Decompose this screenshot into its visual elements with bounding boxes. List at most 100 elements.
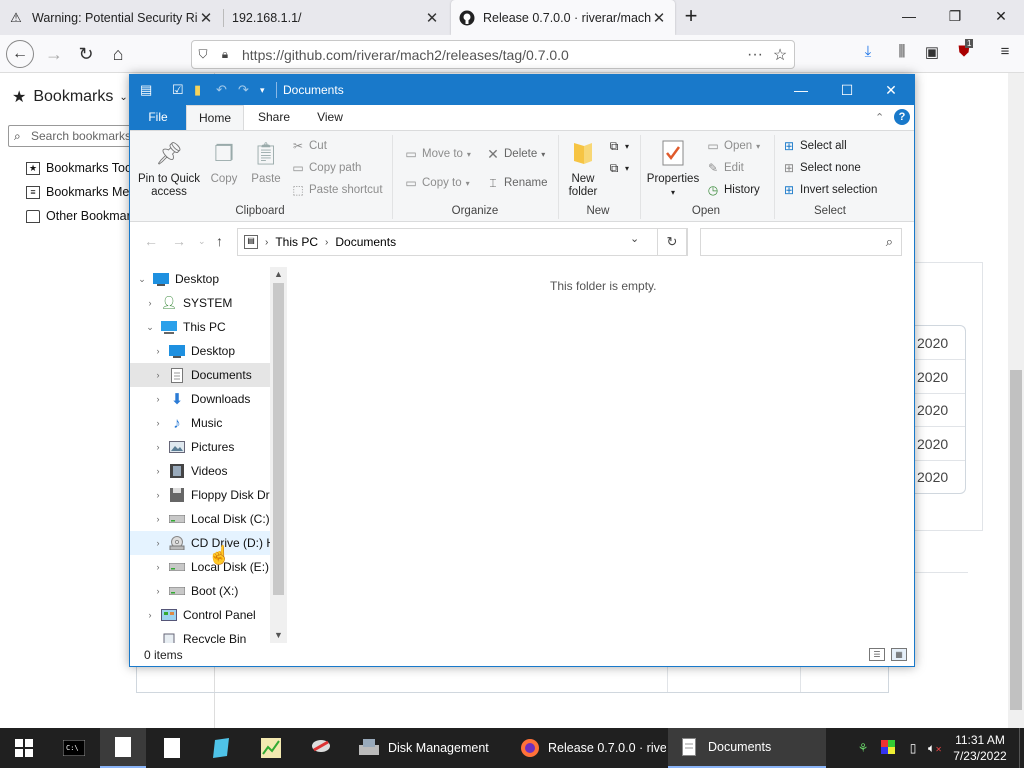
taskbar-cmd-icon[interactable]: C:\ bbox=[52, 728, 96, 768]
chevron-right-icon[interactable]: › bbox=[152, 514, 164, 524]
chevron-right-icon[interactable]: › bbox=[325, 237, 328, 248]
breadcrumb-this-pc[interactable]: This PC bbox=[275, 235, 318, 249]
properties-button[interactable]: Properties ▾ bbox=[646, 137, 700, 199]
customize-quick-access-icon[interactable]: ▾ bbox=[260, 85, 265, 96]
tree-item-music[interactable]: › ♪ Music bbox=[130, 411, 286, 435]
downloads-icon[interactable]: ⤓ bbox=[857, 43, 879, 65]
copy-to-button[interactable]: ▭ Copy to ▾ bbox=[404, 176, 469, 190]
tree-item-desktop-root[interactable]: ⌄ Desktop bbox=[130, 267, 286, 291]
tree-item-floppy[interactable]: › Floppy Disk Dri bbox=[130, 483, 286, 507]
page-actions-icon[interactable]: ··· bbox=[744, 46, 766, 64]
menu-icon[interactable]: ≡ bbox=[994, 43, 1016, 65]
scroll-down-icon[interactable]: ▼ bbox=[270, 628, 287, 642]
properties-quick-icon[interactable]: ☑ bbox=[172, 82, 184, 98]
taskbar-registry-icon[interactable] bbox=[198, 728, 244, 768]
bookmarks-header[interactable]: ★ Bookmarks ⌄ bbox=[12, 87, 128, 107]
pin-to-quick-access-button[interactable]: 📌︎ Pin to Quick access bbox=[138, 137, 200, 199]
close-window-icon[interactable]: ✕ bbox=[978, 0, 1024, 33]
usb-tray-icon[interactable]: ▯ bbox=[905, 740, 921, 756]
chevron-right-icon[interactable]: › bbox=[144, 298, 156, 308]
details-view-icon[interactable]: ☰ bbox=[869, 648, 885, 661]
explorer-title-bar[interactable]: ▤ ☑ ▮ ↶ ↷ ▾ Documents — ☐ ✕ bbox=[130, 75, 914, 105]
tree-item-boot-x[interactable]: › Boot (X:) bbox=[130, 579, 286, 603]
minimize-icon[interactable]: — bbox=[886, 0, 932, 33]
chevron-down-icon[interactable]: ⌄ bbox=[136, 274, 148, 285]
restore-icon[interactable]: ❐ bbox=[932, 0, 978, 33]
taskbar-firefox[interactable]: Release 0.7.0.0 · rive... bbox=[510, 728, 666, 768]
shield-icon[interactable]: ⛉ bbox=[192, 47, 214, 62]
select-none-button[interactable]: ⊞ Select none bbox=[782, 161, 861, 175]
select-all-button[interactable]: ⊞ Select all bbox=[782, 139, 847, 153]
rename-button[interactable]: ⌶ Rename bbox=[486, 176, 547, 190]
close-tab-icon[interactable]: ✕ bbox=[198, 9, 214, 27]
edit-button[interactable]: ✎ Edit bbox=[706, 161, 744, 175]
taskbar-chart-tool-icon[interactable] bbox=[248, 728, 294, 768]
chevron-right-icon[interactable]: › bbox=[144, 610, 156, 620]
tab-share[interactable]: Share bbox=[244, 105, 304, 130]
paste-button[interactable]: 📋︎ Paste bbox=[246, 137, 286, 186]
search-documents-input[interactable]: ⌕ bbox=[700, 228, 902, 256]
chevron-right-icon[interactable]: › bbox=[152, 538, 164, 548]
page-scrollbar-thumb[interactable] bbox=[1010, 370, 1022, 710]
copy-button[interactable]: ❐ Copy bbox=[206, 137, 242, 186]
address-dropdown-icon[interactable]: ⌄ bbox=[630, 232, 639, 245]
browser-tab-github[interactable]: Release 0.7.0.0 · riverar/mach2 ✕ bbox=[451, 0, 675, 35]
copy-path-button[interactable]: ▭ Copy path bbox=[291, 161, 361, 175]
chevron-right-icon[interactable]: › bbox=[152, 346, 164, 356]
easy-access-button[interactable]: ⧉ ▾ bbox=[607, 161, 629, 175]
tab-home[interactable]: Home bbox=[186, 105, 244, 130]
new-folder-button[interactable]: New folder bbox=[564, 137, 602, 199]
start-button[interactable] bbox=[0, 728, 48, 768]
forward-arrow-icon[interactable]: → bbox=[172, 233, 186, 249]
close-tab-icon[interactable]: ✕ bbox=[651, 9, 667, 27]
new-folder-quick-icon[interactable]: ▮ bbox=[194, 82, 201, 98]
breadcrumb-documents[interactable]: Documents bbox=[335, 235, 396, 249]
chevron-right-icon[interactable]: › bbox=[152, 418, 164, 428]
large-icons-view-icon[interactable]: ▦ bbox=[891, 648, 907, 661]
help-icon[interactable]: ? bbox=[894, 109, 910, 125]
taskbar-disk-management[interactable]: Disk Management bbox=[348, 728, 514, 768]
explorer-app-icon[interactable]: ▤ bbox=[140, 82, 152, 98]
move-to-button[interactable]: ▭ Move to ▾ bbox=[404, 147, 471, 161]
address-bar[interactable]: ▤ › This PC › Documents bbox=[237, 228, 688, 256]
tree-item-pictures[interactable]: › Pictures bbox=[130, 435, 286, 459]
tree-item-local-disk-c[interactable]: › Local Disk (C:) bbox=[130, 507, 286, 531]
url-bar[interactable]: ⛉ 🔒︎ https://github.com/riverar/mach2/re… bbox=[191, 40, 795, 69]
reload-icon[interactable]: ↻ bbox=[72, 40, 100, 68]
history-button[interactable]: ◷ History bbox=[706, 183, 760, 197]
forward-button[interactable]: → bbox=[40, 40, 68, 68]
ublock-icon[interactable]: ⛊ 1 bbox=[953, 39, 975, 65]
lock-icon[interactable]: 🔒︎ bbox=[214, 47, 236, 62]
close-icon[interactable]: ✕ bbox=[868, 75, 914, 105]
tab-file[interactable]: File bbox=[130, 105, 186, 130]
tree-item-documents[interactable]: › Documents bbox=[130, 363, 286, 387]
taskbar-document-icon[interactable] bbox=[150, 728, 194, 768]
chevron-right-icon[interactable]: › bbox=[152, 586, 164, 596]
tree-item-downloads[interactable]: › ⬇ Downloads bbox=[130, 387, 286, 411]
browser-tab-router[interactable]: 192.168.1.1/ ✕ bbox=[224, 0, 448, 35]
tab-view[interactable]: View bbox=[304, 105, 356, 130]
tree-item-system[interactable]: › 👤︎ SYSTEM bbox=[130, 291, 286, 315]
chevron-right-icon[interactable]: › bbox=[152, 394, 164, 404]
scroll-up-icon[interactable]: ▲ bbox=[270, 267, 287, 281]
back-button[interactable]: ← bbox=[6, 40, 34, 68]
close-tab-icon[interactable]: ✕ bbox=[424, 9, 440, 27]
taskbar-network-tool-icon[interactable] bbox=[298, 728, 344, 768]
show-desktop-button[interactable] bbox=[1019, 728, 1024, 768]
url-text[interactable]: https://github.com/riverar/mach2/release… bbox=[236, 47, 744, 63]
tree-item-desktop[interactable]: › Desktop bbox=[130, 339, 286, 363]
collapse-ribbon-icon[interactable]: ⌃ bbox=[875, 111, 884, 124]
sidebar-icon[interactable]: ▣ bbox=[921, 43, 943, 65]
nav-pane-scrollbar-thumb[interactable] bbox=[273, 283, 284, 595]
chevron-down-icon[interactable]: ⌄ bbox=[144, 322, 156, 333]
clock-date[interactable]: 7/23/2022 bbox=[948, 749, 1012, 763]
recent-locations-icon[interactable]: ⌄ bbox=[198, 236, 206, 247]
clock-time[interactable]: 11:31 AM bbox=[948, 733, 1012, 747]
taskbar-notepad-icon[interactable] bbox=[100, 728, 146, 768]
chevron-right-icon[interactable]: › bbox=[152, 370, 164, 380]
tree-item-recycle-bin[interactable]: Recycle Bin bbox=[130, 627, 286, 643]
chevron-right-icon[interactable]: › bbox=[265, 237, 268, 248]
chevron-right-icon[interactable]: › bbox=[152, 562, 164, 572]
cut-button[interactable]: ✂ Cut bbox=[291, 139, 327, 153]
browser-tab-warning[interactable]: ⚠ Warning: Potential Security Ris ✕ bbox=[0, 0, 222, 35]
